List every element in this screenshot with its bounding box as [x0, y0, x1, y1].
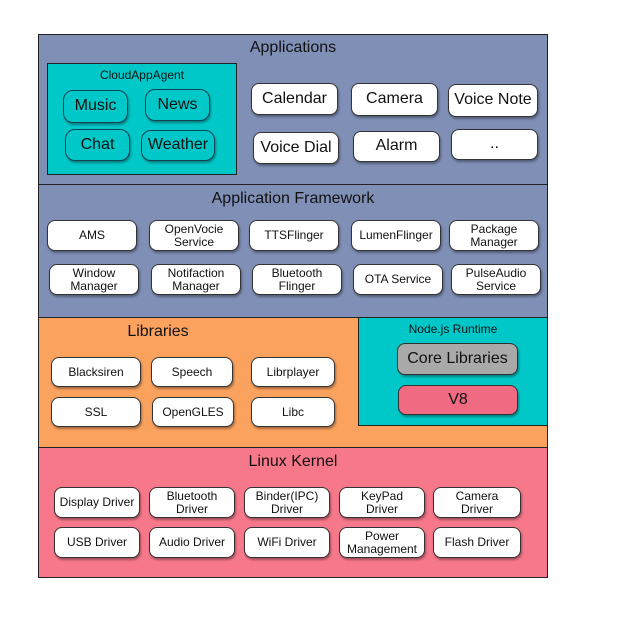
cloud-agent-title: CloudAppAgent: [99, 68, 185, 82]
applications-chat-box: Chat: [65, 129, 130, 161]
framework-openvocie-service-box: OpenVocie Service: [149, 220, 239, 251]
nodejs-v8-box: V8: [398, 385, 518, 415]
kernel-audio-driver-box: Audio Driver: [149, 527, 235, 558]
framework-ttsflinger-box: TTSFlinger: [249, 220, 339, 251]
kernel-title: Linux Kernel: [248, 453, 338, 470]
kernel-camera-driver-box: Camera Driver: [433, 487, 521, 518]
applications-voice-dial-box: Voice Dial: [253, 132, 339, 164]
framework-title: Application Framework: [211, 190, 375, 207]
kernel-power-management-box: Power Management: [339, 527, 425, 558]
nodejs-title: Node.js Runtime: [408, 322, 498, 336]
applications-alarm-box: Alarm: [353, 131, 440, 162]
applications-camera-box: Camera: [351, 83, 438, 116]
libraries-speech-box: Speech: [151, 357, 233, 387]
framework-ams-box: AMS: [47, 220, 137, 251]
applications-weather-box: Weather: [141, 130, 215, 161]
framework-window-manager-box: Window Manager: [49, 264, 139, 295]
framework-ota-service-box: OTA Service: [353, 264, 443, 295]
libraries-opengles-box: OpenGLES: [152, 397, 234, 427]
libraries-librplayer-box: Librplayer: [251, 357, 335, 387]
libraries-libc-box: Libc: [251, 397, 335, 427]
framework-pulseaudio-service-box: PulseAudio Service: [451, 264, 541, 295]
applications-music-box: Music: [63, 90, 128, 123]
kernel-bluetooth-driver-box: Bluetooth Driver: [149, 487, 235, 518]
kernel-usb-driver-box: USB Driver: [54, 527, 140, 558]
nodejs-core-libraries-box: Core Libraries: [397, 343, 518, 375]
framework-notifaction-manager-box: Notifaction Manager: [151, 264, 241, 295]
framework-bluetooth-flinger-box: Bluetooth Flinger: [252, 264, 342, 295]
applications-title: Applications: [249, 39, 337, 56]
framework-lumenflinger-box: LumenFlinger: [351, 220, 441, 251]
applications-voice-note-box: Voice Note: [448, 84, 538, 117]
kernel-binder-ipc-driver-box: Binder(IPC) Driver: [244, 487, 330, 518]
applications-calendar-box: Calendar: [251, 83, 338, 115]
libraries-ssl-box: SSL: [51, 397, 141, 427]
kernel-wifi-driver-box: WiFi Driver: [244, 527, 330, 558]
kernel-keypad-driver-box: KeyPad Driver: [339, 487, 425, 518]
applications-news-box: News: [145, 89, 210, 121]
kernel-display-driver-box: Display Driver: [54, 487, 140, 518]
applications--box: ..: [451, 129, 538, 160]
libraries-blacksiren-box: Blacksiren: [51, 357, 141, 387]
libraries-title: Libraries: [127, 323, 189, 340]
kernel-flash-driver-box: Flash Driver: [433, 527, 521, 558]
framework-package-manager-box: Package Manager: [449, 220, 539, 251]
